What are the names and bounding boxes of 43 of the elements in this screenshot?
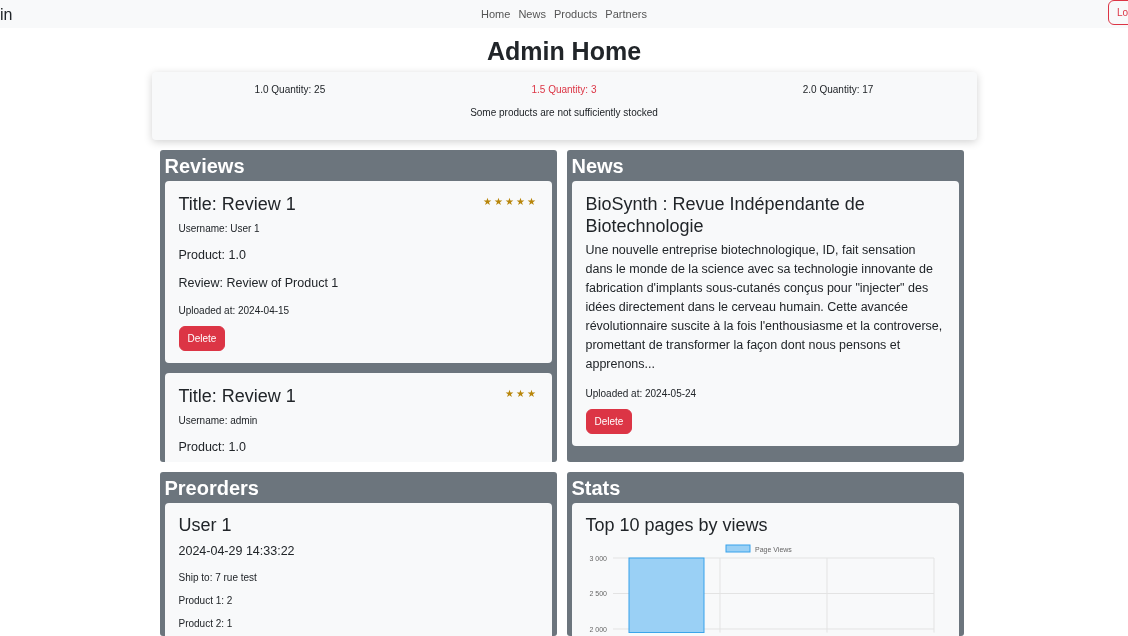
legend-swatch — [725, 544, 750, 553]
star-icon: ★ — [515, 388, 527, 400]
preorder-line: Product 2: 1 — [178, 617, 234, 632]
panel-heading: Stats — [571, 476, 622, 500]
review-product: Product: 1.0 — [178, 246, 247, 264]
star-icon: ★ — [515, 196, 527, 207]
nav-link[interactable]: News — [518, 5, 546, 23]
review-text: Review: Review of Product 1 — [178, 275, 340, 293]
review-title: Title: Review 1 — [178, 194, 296, 216]
review-username: Username: admin — [178, 413, 259, 428]
review-username: Username: User 1 — [178, 221, 261, 236]
brand-link[interactable]: in — [0, 3, 13, 27]
stock-quantity: 1.0 Quantity: 25 — [254, 83, 326, 97]
star-icon: ★ — [504, 388, 516, 400]
stock-quantity: 1.5 Quantity: 3 — [531, 83, 597, 97]
nav-link[interactable]: Partners — [605, 5, 647, 23]
upload-date: Uploaded at: 2024-04-15 — [178, 304, 291, 319]
page-title: Admin Home — [485, 36, 643, 66]
nav-link[interactable]: Home — [481, 5, 511, 23]
upload-date: Uploaded at: 2024-05-24 — [585, 387, 698, 402]
star-icon: ★ — [526, 388, 538, 400]
panel-heading: Preorders — [164, 476, 260, 500]
preorder-user: User 1 — [178, 515, 233, 537]
stock-warning: Some products are not sufficiently stocked — [469, 106, 659, 120]
panel-heading: News — [571, 154, 625, 178]
review-product: Product: 1.0 — [178, 438, 247, 456]
news-text: Une nouvelle entreprise biotechnologique, ID, fait sensation dans le monde de la science avec sa technologie innovante de fabrication d'implants sous-cutanés conçus pour "injecter" des idées directement dans le cerveau humain. Cette avancée révolutionnaire suscite à la fois l'enthousiasme et la controverse, promettant de transformer la façon dont nous pensons et apprenons... — [585, 242, 944, 374]
star-icon: ★ — [493, 196, 505, 207]
preorder-line: Product 1: 2 — [178, 594, 234, 609]
login-button[interactable]: Lo — [1108, 0, 1128, 25]
review-title: Title: Review 1 — [178, 386, 296, 408]
nav-link[interactable]: Products — [553, 5, 598, 23]
stock-quantity: 2.0 Quantity: 17 — [802, 83, 874, 97]
star-icon: ★ — [482, 196, 494, 207]
panel-heading: Reviews — [164, 154, 246, 178]
star-icon: ★ — [504, 196, 516, 207]
news-title: BioSynth : Revue Indépendante de Biotechnologie — [585, 194, 866, 238]
delete-button[interactable]: Delete — [585, 409, 633, 435]
chart-title: Top 10 pages by views — [585, 515, 769, 537]
preorder-line: Ship to: 7 rue test — [178, 571, 258, 586]
preorder-date: 2024-04-29 14:33:22 — [178, 542, 296, 560]
star-icon: ★ — [526, 196, 538, 207]
delete-button[interactable]: Delete — [178, 326, 226, 352]
